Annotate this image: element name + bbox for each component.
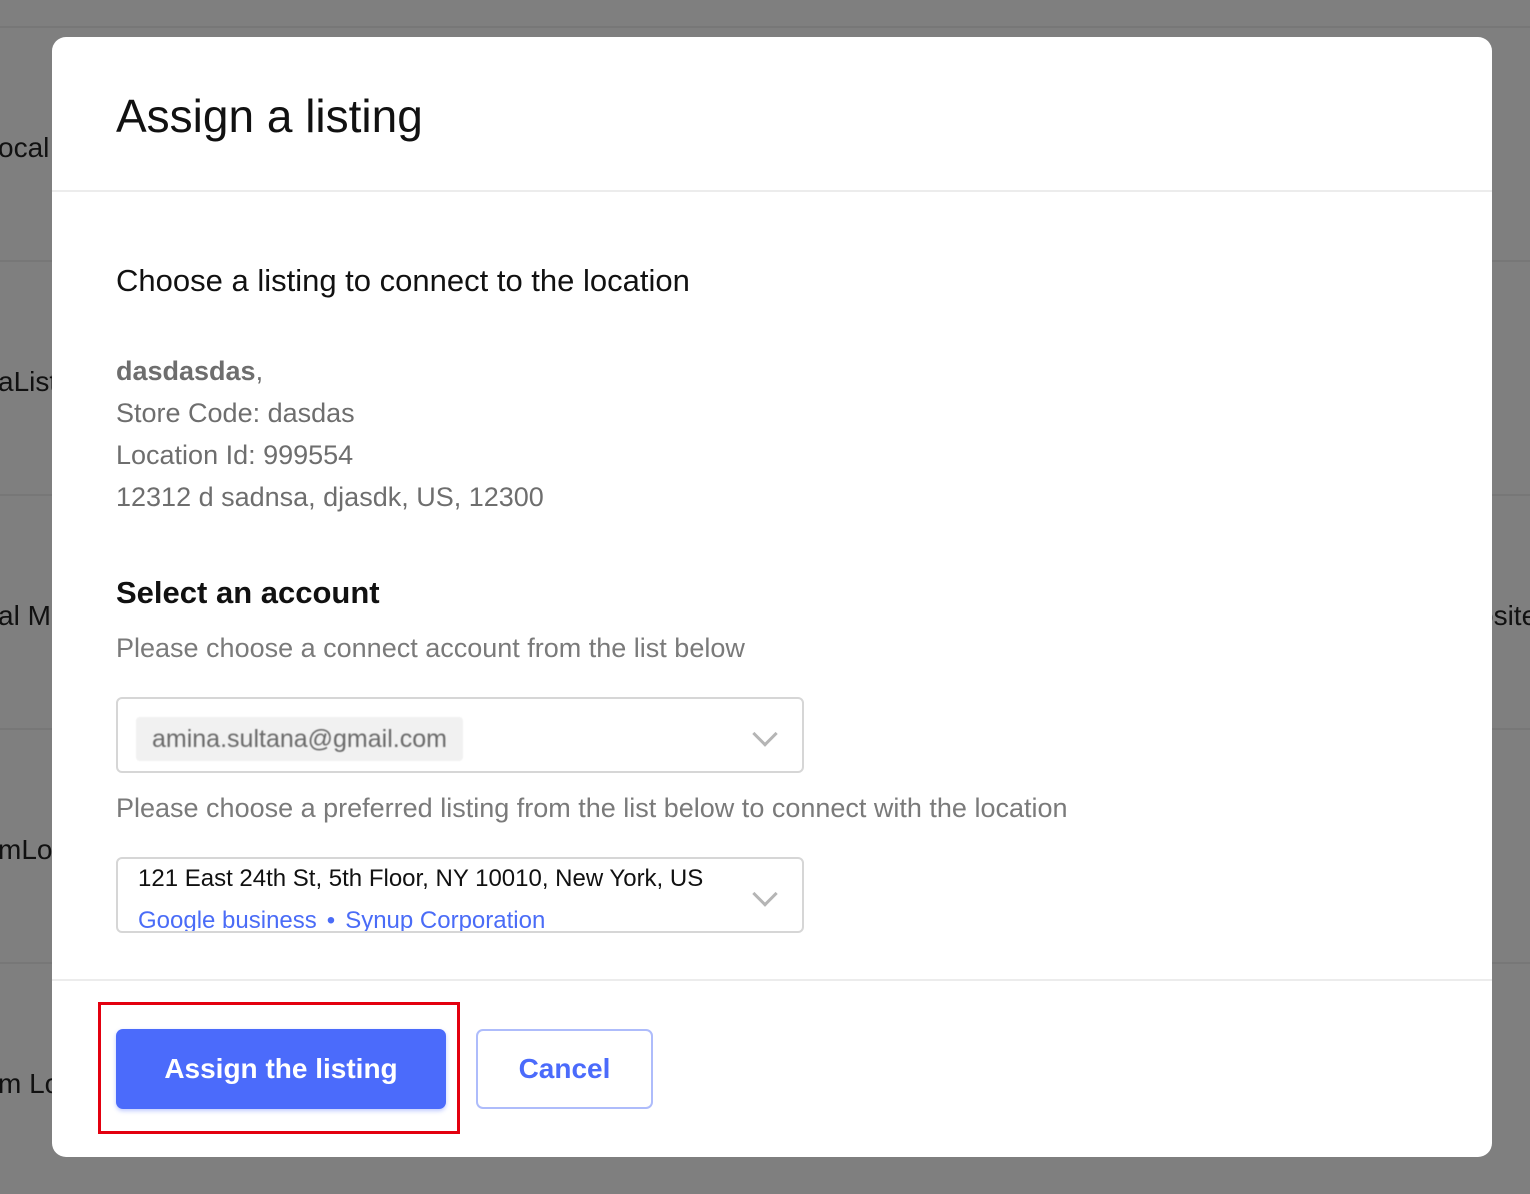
select-account-heading: Select an account <box>116 575 380 610</box>
location-name-line: dasdasdas, <box>116 350 544 392</box>
selected-account-value: amina.sultana@gmail.com <box>136 717 463 761</box>
chevron-down-icon <box>752 881 778 907</box>
modal-subtitle: Choose a listing to connect to the locat… <box>116 263 690 298</box>
listing-organization: Synup Corporation <box>345 907 546 931</box>
background-row-text: al Mi <box>0 600 58 631</box>
location-name-suffix: , <box>255 356 264 386</box>
cancel-button[interactable]: Cancel <box>476 1029 653 1109</box>
account-hint: Please choose a connect account from the… <box>116 633 745 663</box>
selected-listing-meta: Google business • Synup Corporation <box>138 907 545 931</box>
row-divider <box>0 26 1530 28</box>
modal-title: Assign a listing <box>116 90 423 142</box>
listing-select[interactable]: 121 East 24th St, 5th Floor, NY 10010, N… <box>116 857 804 933</box>
background-row-text: aList <box>0 366 58 397</box>
location-address: 12312 d sadnsa, djasdk, US, 12300 <box>116 482 544 512</box>
assign-listing-modal: Assign a listing Choose a listing to con… <box>52 37 1492 1157</box>
listing-meta-separator: • <box>326 907 336 931</box>
modal-header: Assign a listing <box>52 37 1492 192</box>
selected-listing-address: 121 East 24th St, 5th Floor, NY 10010, N… <box>138 865 704 892</box>
listing-hint: Please choose a preferred listing from t… <box>116 793 1068 823</box>
chevron-down-icon <box>752 721 778 747</box>
location-details: dasdasdas, Store Code: dasdas Location I… <box>116 350 544 518</box>
listing-source: Google business <box>138 907 317 931</box>
store-code: Store Code: dasdas <box>116 398 355 428</box>
location-name: dasdasdas <box>116 356 256 386</box>
account-select[interactable]: amina.sultana@gmail.com <box>116 697 804 773</box>
assign-listing-button[interactable]: Assign the listing <box>116 1029 446 1109</box>
background-row-text: ocal <box>0 132 50 163</box>
location-id: Location Id: 999554 <box>116 440 354 470</box>
